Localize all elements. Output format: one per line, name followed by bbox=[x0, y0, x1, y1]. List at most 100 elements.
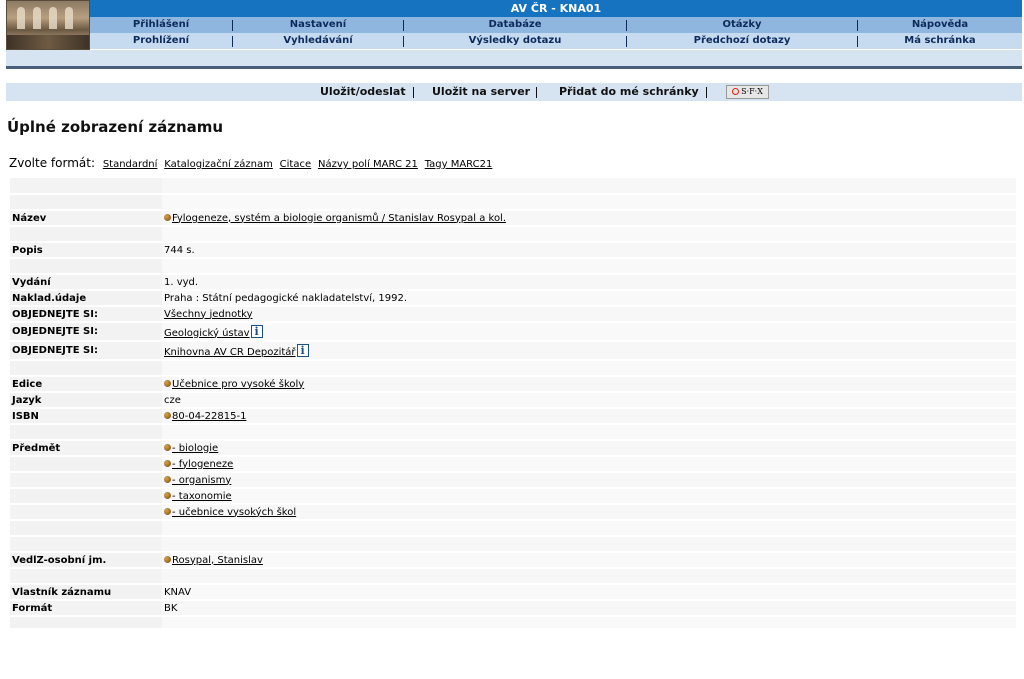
table-row bbox=[10, 193, 1016, 210]
table-row: Vlastník záznamu KNAV bbox=[10, 583, 1016, 600]
order-all-units-link[interactable]: Všechny jednotky bbox=[164, 309, 252, 320]
table-row: Jazyk cze bbox=[10, 391, 1016, 408]
record-table: Název Fylogeneze, systém a biologie orga… bbox=[10, 178, 1016, 628]
field-label: OBJEDNEJTE SI: bbox=[10, 321, 162, 341]
sub-bar bbox=[6, 50, 1022, 66]
table-row: Edice Učebnice pro vysoké školy bbox=[10, 375, 1016, 392]
logo-arch-decoration bbox=[33, 7, 41, 29]
save-to-server-link[interactable]: Uložit na server bbox=[432, 83, 530, 101]
format-catalog-link[interactable]: Katalogizační záznam bbox=[164, 159, 273, 170]
field-label: Formát bbox=[10, 599, 162, 616]
logo-arch-decoration bbox=[49, 7, 57, 29]
save-send-link[interactable]: Uložit/odeslat bbox=[320, 83, 406, 101]
action-separator bbox=[536, 87, 537, 98]
sfx-label: S·F·X bbox=[741, 87, 763, 96]
menu-previous-queries[interactable]: Předchozí dotazy bbox=[627, 33, 857, 49]
table-row: Předmět - biologie bbox=[10, 439, 1016, 456]
sfx-button[interactable]: S·F·X bbox=[726, 85, 769, 99]
series-link[interactable]: Učebnice pro vysoké školy bbox=[172, 379, 304, 390]
table-row: OBJEDNEJTE SI: Knihovna AV CR Depozitář i bbox=[10, 340, 1016, 360]
field-value: BK bbox=[162, 599, 1016, 616]
bullet-icon bbox=[164, 379, 171, 387]
table-row: OBJEDNEJTE SI: Všechny jednotky bbox=[10, 305, 1016, 322]
table-row: Popis 744 s. bbox=[10, 241, 1016, 258]
subject-link[interactable]: - taxonomie bbox=[172, 491, 232, 502]
add-to-basket-link[interactable]: Přidat do mé schránky bbox=[559, 83, 699, 101]
order-depository-link[interactable]: Knihovna AV CR Depozitář bbox=[164, 347, 296, 358]
menu-databases[interactable]: Databáze bbox=[404, 17, 626, 33]
author-link[interactable]: Rosypal, Stanislav bbox=[172, 555, 263, 566]
bullet-icon bbox=[164, 555, 171, 563]
bullet-icon bbox=[164, 443, 171, 451]
field-label: Předmět bbox=[10, 439, 162, 456]
table-row: Naklad.údaje Praha : Státní pedagogické … bbox=[10, 289, 1016, 306]
bullet-icon bbox=[164, 475, 171, 483]
field-label: OBJEDNEJTE SI: bbox=[10, 340, 162, 360]
field-label: Edice bbox=[10, 375, 162, 392]
subject-link[interactable]: - fylogeneze bbox=[172, 459, 233, 470]
bullet-icon bbox=[164, 507, 171, 515]
library-logo-image bbox=[6, 0, 90, 50]
header: AV ČR - KNA01 Přihlášení Nastavení Datab… bbox=[6, 0, 1022, 50]
table-row bbox=[10, 257, 1016, 274]
bullet-icon bbox=[164, 213, 171, 221]
format-label: Zvolte formát: bbox=[9, 156, 95, 170]
field-label: OBJEDNEJTE SI: bbox=[10, 305, 162, 322]
table-row: VedlZ-osobní jm. Rosypal, Stanislav bbox=[10, 551, 1016, 568]
bullet-icon bbox=[164, 411, 171, 419]
action-separator bbox=[413, 87, 414, 98]
format-selector: Zvolte formát: Standardní Katalogizační … bbox=[9, 156, 495, 170]
menu-queries[interactable]: Otázky bbox=[627, 17, 857, 33]
menu-login[interactable]: Přihlášení bbox=[90, 17, 232, 33]
table-row bbox=[10, 567, 1016, 584]
format-marc-tags-link[interactable]: Tagy MARC21 bbox=[425, 159, 493, 170]
field-label: Vydání bbox=[10, 273, 162, 290]
menu-settings[interactable]: Nastavení bbox=[233, 17, 403, 33]
action-bar: Uložit/odeslat Uložit na server Přidat d… bbox=[6, 83, 1022, 101]
menu-my-basket[interactable]: Má schránka bbox=[858, 33, 1022, 49]
app-title: AV ČR - KNA01 bbox=[90, 0, 1022, 17]
table-row bbox=[10, 615, 1016, 628]
table-row: Název Fylogeneze, systém a biologie orga… bbox=[10, 209, 1016, 226]
format-marc-names-link[interactable]: Názvy polí MARC 21 bbox=[318, 159, 418, 170]
field-label: Vlastník záznamu bbox=[10, 583, 162, 600]
field-value: cze bbox=[162, 391, 1016, 408]
table-row bbox=[10, 519, 1016, 536]
field-label: VedlZ-osobní jm. bbox=[10, 551, 162, 568]
table-row: - učebnice vysokých škol bbox=[10, 503, 1016, 520]
order-geology-link[interactable]: Geologický ústav bbox=[164, 328, 250, 339]
divider bbox=[6, 66, 1022, 69]
table-row: - organismy bbox=[10, 471, 1016, 488]
table-row: - taxonomie bbox=[10, 487, 1016, 504]
isbn-link[interactable]: 80-04-22815-1 bbox=[172, 411, 246, 422]
field-value: Praha : Státní pedagogické nakladatelstv… bbox=[162, 289, 1016, 306]
menu-help[interactable]: Nápověda bbox=[858, 17, 1022, 33]
info-icon[interactable]: i bbox=[250, 324, 263, 338]
subject-link[interactable]: - organismy bbox=[172, 475, 231, 486]
menu-results[interactable]: Výsledky dotazu bbox=[404, 33, 626, 49]
sfx-logo-icon bbox=[732, 88, 740, 95]
title-link[interactable]: Fylogeneze, systém a biologie organismů … bbox=[172, 213, 506, 224]
format-standard-link[interactable]: Standardní bbox=[103, 159, 158, 170]
field-label: Jazyk bbox=[10, 391, 162, 408]
page-title: Úplné zobrazení záznamu bbox=[7, 118, 224, 136]
field-label: Popis bbox=[10, 241, 162, 258]
menu-search[interactable]: Vyhledávání bbox=[233, 33, 403, 49]
table-row bbox=[10, 535, 1016, 552]
logo-arch-decoration bbox=[65, 7, 73, 29]
table-row: Vydání 1. vyd. bbox=[10, 273, 1016, 290]
field-label: ISBN bbox=[10, 407, 162, 424]
info-icon[interactable]: i bbox=[296, 343, 309, 357]
subject-link[interactable]: - učebnice vysokých škol bbox=[172, 507, 296, 518]
subject-link[interactable]: - biologie bbox=[172, 443, 218, 454]
format-citation-link[interactable]: Citace bbox=[280, 159, 311, 170]
bullet-icon bbox=[164, 459, 171, 467]
field-value: KNAV bbox=[162, 583, 1016, 600]
table-row bbox=[10, 359, 1016, 376]
table-row: Formát BK bbox=[10, 599, 1016, 616]
action-separator bbox=[706, 87, 707, 98]
logo-arch-decoration bbox=[17, 7, 25, 29]
main-menu-row-2: Prohlížení Vyhledávání Výsledky dotazu P… bbox=[90, 33, 1022, 49]
table-row bbox=[10, 178, 1016, 194]
menu-browse[interactable]: Prohlížení bbox=[90, 33, 232, 49]
